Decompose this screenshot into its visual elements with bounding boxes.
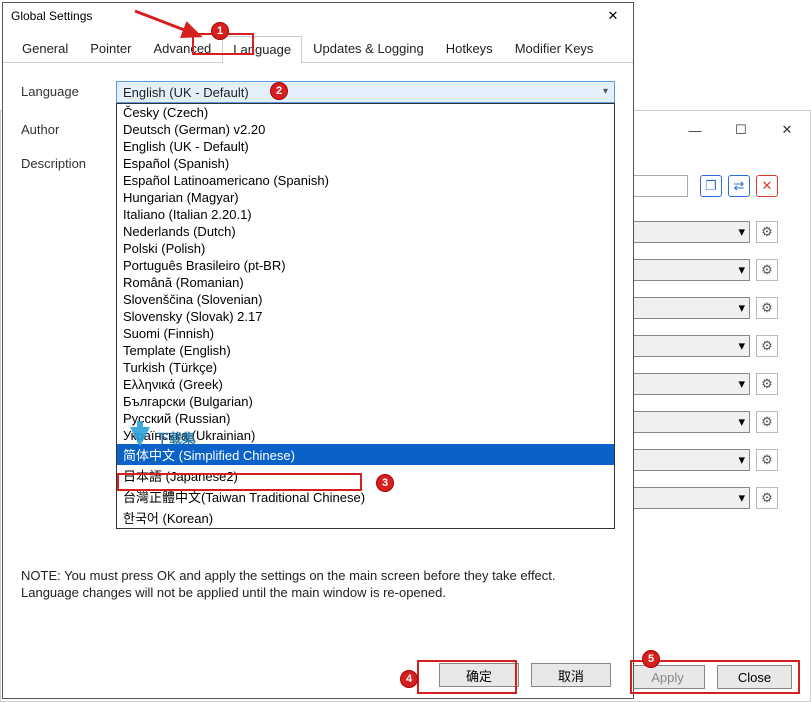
caret-icon: ▾ [738, 224, 745, 240]
bg-combobox[interactable]: ▾ [630, 411, 750, 433]
minimize-button[interactable]: — [672, 115, 718, 145]
language-option[interactable]: Português Brasileiro (pt-BR) [117, 257, 614, 274]
language-option[interactable]: Polski (Polish) [117, 240, 614, 257]
cancel-button[interactable]: 取消 [531, 663, 611, 687]
gear-icon: ⚙ [761, 300, 773, 316]
language-option[interactable]: Ελληνικά (Greek) [117, 376, 614, 393]
caret-icon: ▾ [738, 452, 745, 468]
caret-icon: ▾ [738, 414, 745, 430]
chevron-down-icon: ▾ [603, 86, 608, 97]
bg-combobox[interactable]: ▾ [630, 449, 750, 471]
language-option[interactable]: English (UK - Default) [117, 138, 614, 155]
gear-icon: ⚙ [761, 376, 773, 392]
global-settings-dialog: Global Settings ✕ GeneralPointerAdvanced… [2, 2, 634, 699]
language-option[interactable]: Nederlands (Dutch) [117, 223, 614, 240]
language-option[interactable]: Română (Romanian) [117, 274, 614, 291]
swap-icon-button[interactable]: ⇄ [728, 175, 750, 197]
annotation-badge-1: 1 [211, 22, 229, 40]
author-label: Author [21, 119, 116, 137]
bg-combobox[interactable]: ▾ [630, 335, 750, 357]
language-option[interactable]: Suomi (Finnish) [117, 325, 614, 342]
caret-icon: ▾ [738, 376, 745, 392]
description-label: Description [21, 153, 116, 171]
language-option[interactable]: Български (Bulgarian) [117, 393, 614, 410]
gear-button[interactable]: ⚙ [756, 411, 778, 433]
gear-icon: ⚙ [761, 338, 773, 354]
swap-icon: ⇄ [734, 178, 745, 194]
bg-combobox[interactable]: ▾ [630, 259, 750, 281]
bg-combobox[interactable]: ▾ [630, 373, 750, 395]
gear-button[interactable]: ⚙ [756, 373, 778, 395]
language-option[interactable]: Slovensky (Slovak) 2.17 [117, 308, 614, 325]
svg-text:下载集: 下载集 [156, 431, 196, 446]
gear-icon: ⚙ [761, 490, 773, 506]
language-option[interactable]: Česky (Czech) [117, 104, 614, 121]
watermark-logo: 下载集 [120, 419, 240, 459]
gear-button[interactable]: ⚙ [756, 297, 778, 319]
tab-modifier-keys[interactable]: Modifier Keys [504, 35, 605, 62]
dialog-close-button[interactable]: ✕ [599, 6, 627, 26]
copy-icon-button[interactable]: ❐ [700, 175, 722, 197]
language-label: Language [21, 81, 116, 99]
gear-icon: ⚙ [761, 452, 773, 468]
gear-icon: ⚙ [761, 414, 773, 430]
tab-language[interactable]: Language [222, 36, 302, 63]
copy-icon: ❐ [705, 178, 717, 194]
dialog-titlebar: Global Settings ✕ [3, 3, 633, 29]
window-close-button[interactable]: ✕ [764, 115, 810, 145]
bg-combobox[interactable]: ▾ [630, 297, 750, 319]
language-option[interactable]: Turkish (Türkçe) [117, 359, 614, 376]
language-option[interactable]: Template (English) [117, 342, 614, 359]
caret-icon: ▾ [738, 262, 745, 278]
tab-updates-logging[interactable]: Updates & Logging [302, 35, 435, 62]
ok-button[interactable]: 确定 [439, 663, 519, 687]
tab-strip: GeneralPointerAdvancedLanguageUpdates & … [3, 35, 633, 63]
language-option[interactable]: 台灣正體中文(Taiwan Traditional Chinese) [117, 486, 614, 507]
delete-icon-button[interactable]: ✕ [756, 175, 778, 197]
bg-combobox[interactable]: ▾ [630, 221, 750, 243]
caret-icon: ▾ [738, 300, 745, 316]
bg-combobox[interactable]: ▾ [630, 487, 750, 509]
language-combobox[interactable]: English (UK - Default) ▾ [116, 81, 615, 103]
delete-icon: ✕ [762, 178, 773, 194]
language-option[interactable]: Deutsch (German) v2.20 [117, 121, 614, 138]
language-option[interactable]: Español (Spanish) [117, 155, 614, 172]
maximize-button[interactable]: ☐ [718, 115, 764, 145]
gear-button[interactable]: ⚙ [756, 221, 778, 243]
language-option[interactable]: Hungarian (Magyar) [117, 189, 614, 206]
annotation-badge-5: 5 [642, 650, 660, 668]
language-option[interactable]: Español Latinoamericano (Spanish) [117, 172, 614, 189]
note-text: NOTE: You must press OK and apply the se… [21, 567, 615, 602]
language-option[interactable]: 한국어 (Korean) [117, 507, 614, 528]
gear-button[interactable]: ⚙ [756, 335, 778, 357]
language-dropdown-list[interactable]: Česky (Czech)Deutsch (German) v2.20Engli… [116, 103, 615, 529]
annotation-badge-3: 3 [376, 474, 394, 492]
tab-content: Language English (UK - Default) ▾ Author… [3, 63, 633, 652]
gear-icon: ⚙ [761, 262, 773, 278]
annotation-badge-2: 2 [270, 82, 288, 100]
dialog-title-text: Global Settings [11, 9, 92, 23]
annotation-badge-4: 4 [400, 670, 418, 688]
tab-hotkeys[interactable]: Hotkeys [435, 35, 504, 62]
gear-button[interactable]: ⚙ [756, 487, 778, 509]
language-option[interactable]: Italiano (Italian 2.20.1) [117, 206, 614, 223]
gear-button[interactable]: ⚙ [756, 259, 778, 281]
combobox-value: English (UK - Default) [123, 85, 249, 100]
gear-button[interactable]: ⚙ [756, 449, 778, 471]
close-button[interactable]: Close [717, 665, 792, 689]
language-option[interactable]: 日本語 (Japanese2) [117, 465, 614, 486]
gear-icon: ⚙ [761, 224, 773, 240]
tab-general[interactable]: General [11, 35, 79, 62]
apply-button[interactable]: Apply [630, 665, 705, 689]
caret-icon: ▾ [738, 490, 745, 506]
language-option[interactable]: Slovenščina (Slovenian) [117, 291, 614, 308]
caret-icon: ▾ [738, 338, 745, 354]
